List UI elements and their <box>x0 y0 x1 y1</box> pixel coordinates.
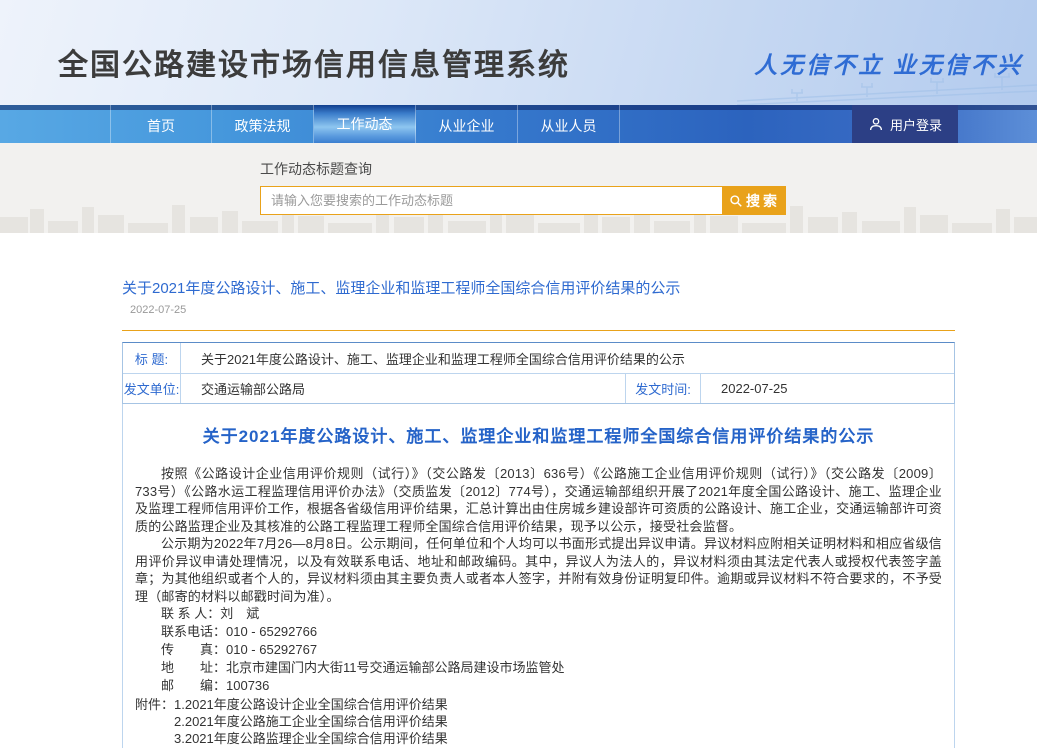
nav-tab-home[interactable]: 首页 <box>110 105 212 143</box>
user-login-label: 用户登录 <box>890 115 942 134</box>
article-meta-table: 标 题: 关于2021年度公路设计、施工、监理企业和监理工程师全国综合信用评价结… <box>122 342 955 404</box>
attachment-item: 1.2021年度公路设计企业全国综合信用评价结果 <box>174 696 448 713</box>
meta-unit-label: 发文单位: <box>123 373 181 403</box>
search-form: 工作动态标题查询 搜索 <box>260 159 820 215</box>
nav-tab-enterprises[interactable]: 从业企业 <box>416 105 518 143</box>
meta-unit-value: 交通运输部公路局 <box>181 373 626 403</box>
meta-title-label: 标 题: <box>123 343 181 373</box>
article-list-date: 2022-07-25 <box>130 304 955 316</box>
contact-person: 联 系 人：刘 斌 <box>135 605 942 623</box>
attachment-item: 2.2021年度公路施工企业全国综合信用评价结果 <box>135 713 942 730</box>
search-label: 工作动态标题查询 <box>260 159 820 179</box>
orange-divider <box>122 330 955 331</box>
article-paragraph: 公示期为2022年7月26—8月8日。公示期间，任何单位和个人均可以书面形式提出… <box>135 535 942 605</box>
nav-tab-policies[interactable]: 政策法规 <box>212 105 314 143</box>
nav-tabs: 首页 政策法规 工作动态 从业企业 从业人员 <box>110 105 620 143</box>
attachments-label: 附件： <box>135 696 174 713</box>
contact-zipcode: 邮 编：100736 <box>135 677 942 695</box>
meta-title-value: 关于2021年度公路设计、施工、监理企业和监理工程师全国综合信用评价结果的公示 <box>181 343 954 373</box>
contact-fax: 传 真：010 - 65292767 <box>135 641 942 659</box>
site-title: 全国公路建设市场信用信息管理系统 <box>58 40 570 84</box>
user-icon <box>868 116 884 132</box>
bridge-sketch-decoration <box>737 55 1037 105</box>
article-heading: 关于2021年度公路设计、施工、监理企业和监理工程师全国综合信用评价结果的公示 <box>135 422 942 447</box>
attachment-list: 附件： 1.2021年度公路设计企业全国综合信用评价结果 2.2021年度公路施… <box>135 696 942 748</box>
nav-tab-personnel[interactable]: 从业人员 <box>518 105 620 143</box>
search-button[interactable]: 搜索 <box>723 186 786 215</box>
main-nav: 首页 政策法规 工作动态 从业企业 从业人员 用户登录 <box>0 105 1037 143</box>
nav-tab-work-news[interactable]: 工作动态 <box>314 105 416 143</box>
search-section: 工作动态标题查询 搜索 <box>0 143 1037 233</box>
article-page: 关于2021年度公路设计、施工、监理企业和监理工程师全国综合信用评价结果的公示 … <box>122 233 955 748</box>
meta-date-value: 2022-07-25 <box>701 373 954 403</box>
site-header: 全国公路建设市场信用信息管理系统 人无信不立 业无信不兴 <box>0 0 1037 105</box>
article-paragraph: 按照《公路设计企业信用评价规则（试行）》（交公路发〔2013〕636号）《公路施… <box>135 465 942 535</box>
article-body: 关于2021年度公路设计、施工、监理企业和监理工程师全国综合信用评价结果的公示 … <box>122 404 955 748</box>
search-input[interactable] <box>260 186 723 215</box>
search-icon <box>729 194 743 208</box>
contact-address: 地 址：北京市建国门内大街11号交通运输部公路局建设市场监管处 <box>135 659 942 677</box>
article-title-link[interactable]: 关于2021年度公路设计、施工、监理企业和监理工程师全国综合信用评价结果的公示 <box>122 277 680 298</box>
meta-date-label: 发文时间: <box>626 373 701 403</box>
attachment-item: 3.2021年度公路监理企业全国综合信用评价结果 <box>135 730 942 747</box>
contact-phone: 联系电话：010 - 65292766 <box>135 623 942 641</box>
user-login-button[interactable]: 用户登录 <box>852 105 958 143</box>
search-button-label: 搜索 <box>746 191 780 211</box>
